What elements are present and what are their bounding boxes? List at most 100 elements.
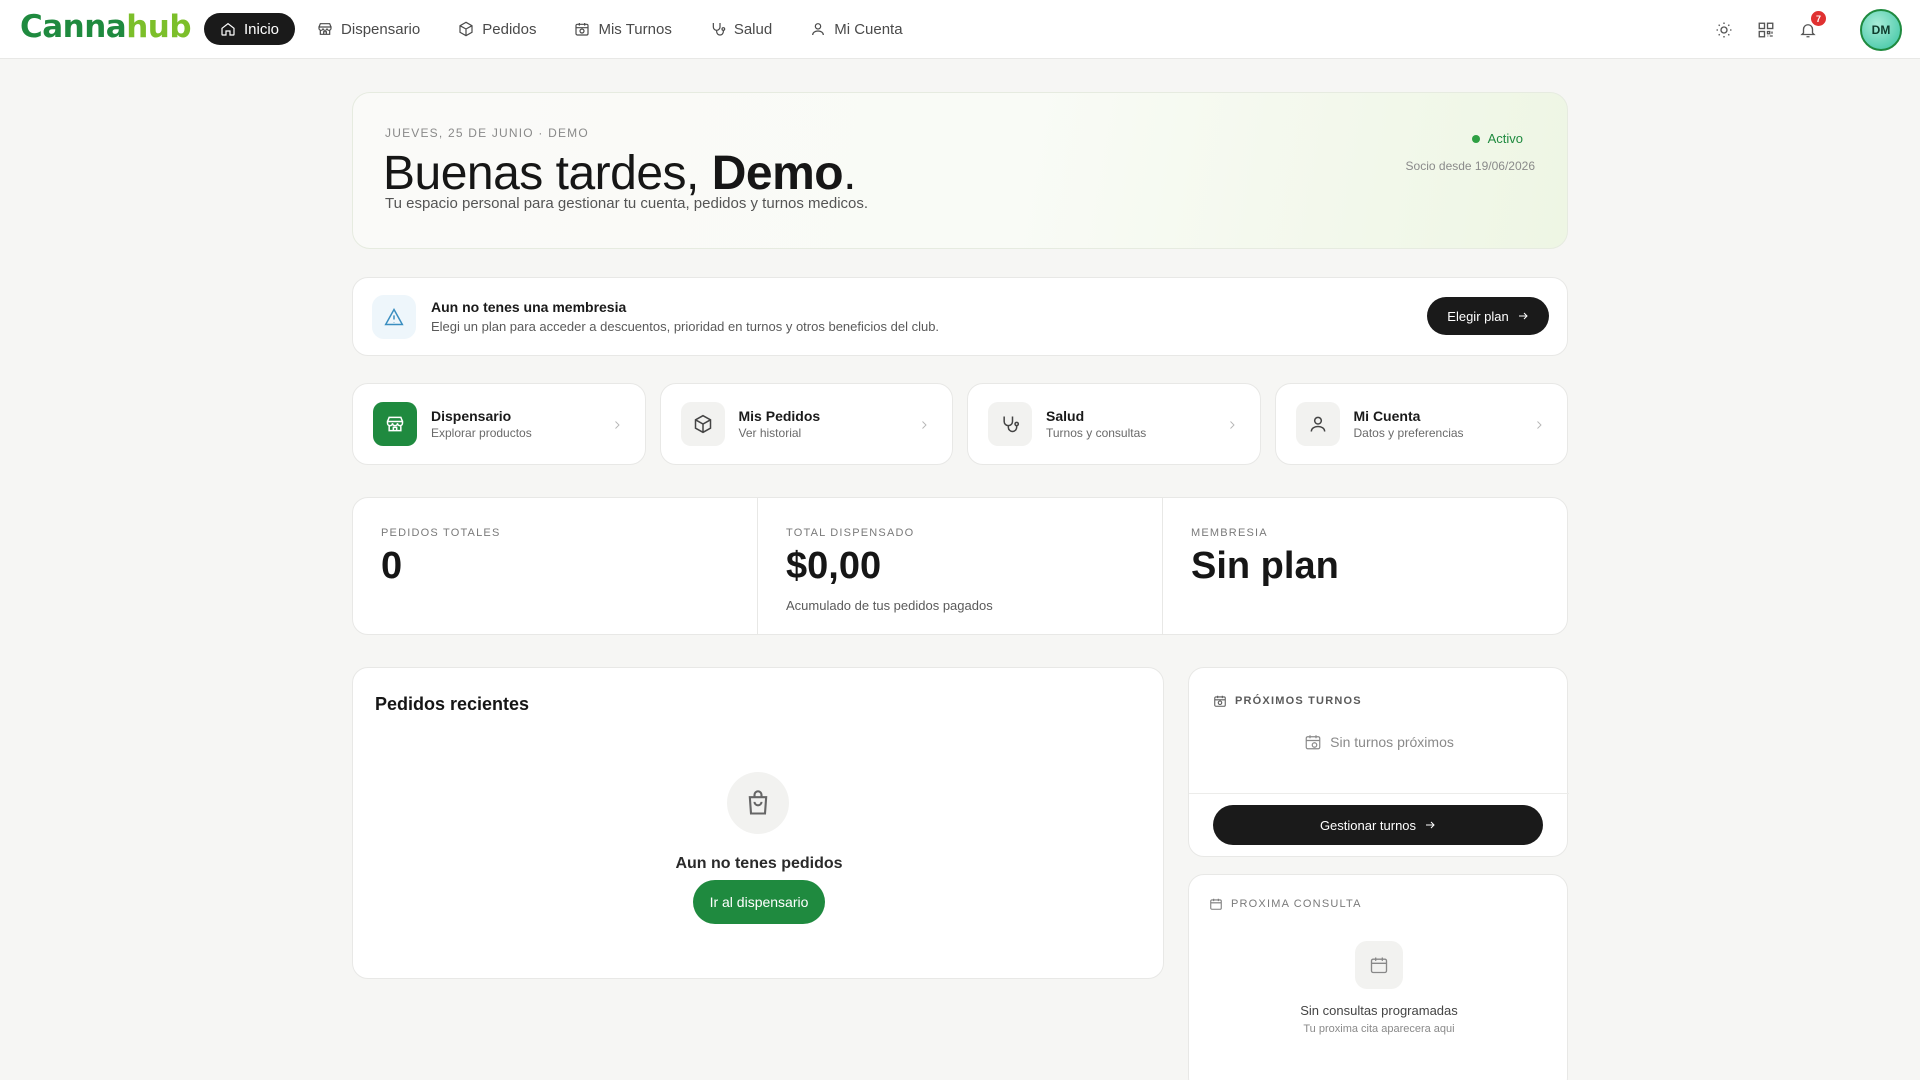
alert-text: Elegi un plan para acceder a descuentos,…: [431, 319, 940, 334]
upcoming-turns-label: PRÓXIMOS TURNOS: [1213, 694, 1362, 708]
package-icon: [680, 402, 725, 446]
arrow-right-icon: [1518, 312, 1528, 320]
user-icon: [1295, 402, 1340, 446]
user-name: Demo: [711, 147, 844, 200]
stethoscope-icon: [712, 23, 726, 36]
stat-label: PEDIDOS TOTALES: [381, 527, 501, 539]
next-consult-label-text: PROXIMA CONSULTA: [1231, 898, 1362, 910]
store-icon: [373, 402, 417, 446]
sun-icon: [1716, 22, 1732, 38]
stat-value: $0,00: [786, 545, 882, 587]
chevron-right-icon: [1226, 418, 1238, 430]
manage-turns-button[interactable]: Gestionar turnos: [1213, 805, 1543, 845]
nav-item-label: Mis Turnos: [598, 20, 672, 38]
quick-link-subtitle: Ver historial: [738, 426, 802, 440]
chevron-right-icon: [918, 418, 930, 430]
qr-code-icon: [1758, 22, 1774, 38]
manage-turns-label: Gestionar turnos: [1319, 817, 1417, 833]
calendar-icon: [1355, 941, 1403, 989]
quick-link-title: Mis Pedidos: [738, 408, 821, 424]
next-consult-label: PROXIMA CONSULTA: [1209, 897, 1362, 911]
top-navbar: Cannahub Inicio Dispensario Pedidos Mis …: [0, 0, 1920, 59]
status-badge: Activo: [1471, 131, 1523, 146]
status-dot-icon: [1471, 134, 1480, 143]
quick-link-subtitle: Turnos y consultas: [1046, 426, 1147, 440]
greeting-punct: .: [843, 147, 856, 200]
divider: [1189, 793, 1569, 794]
upcoming-turns-card: PRÓXIMOS TURNOS Sin turnos próximos Gest…: [1188, 667, 1569, 857]
nav-item-dispensario[interactable]: Dispensario: [301, 13, 436, 45]
quick-link-title: Dispensario: [431, 408, 512, 424]
next-consult-card: PROXIMA CONSULTA Sin consultas programad…: [1188, 874, 1568, 1080]
stat-membership: MEMBRESIA Sin plan: [1163, 498, 1567, 634]
qr-code-button[interactable]: [1754, 18, 1778, 42]
hero-date: JUEVES, 25 DE JUNIO · DEMO: [385, 126, 589, 140]
home-icon: [221, 22, 235, 36]
no-consults-subtitle: Tu proxima cita aparecera aqui: [1303, 1023, 1455, 1035]
quick-link-subtitle: Datos y preferencias: [1353, 426, 1464, 440]
nav-item-label: Dispensario: [341, 20, 421, 38]
recent-orders-title: Pedidos recientes: [375, 694, 530, 714]
calendar-clock-icon: [575, 23, 590, 36]
stat-total-dispensed: TOTAL DISPENSADO $0,00 Acumulado de tus …: [758, 498, 1163, 634]
nav-item-label: Inicio: [244, 20, 280, 38]
status-text: Activo: [1487, 131, 1523, 146]
stat-label: MEMBRESIA: [1191, 527, 1268, 539]
nav-item-label: Salud: [733, 20, 773, 38]
stat-label: TOTAL DISPENSADO: [786, 527, 915, 539]
quick-link-title: Salud: [1046, 408, 1085, 424]
stat-value: Sin plan: [1191, 545, 1339, 587]
quick-link-salud[interactable]: Salud Turnos y consultas: [967, 383, 1261, 465]
stethoscope-icon: [988, 402, 1032, 446]
store-icon: [318, 23, 332, 35]
user-icon: [812, 23, 825, 36]
quick-link-mi-cuenta[interactable]: Mi Cuenta Datos y preferencias: [1274, 383, 1568, 465]
quick-link-dispensario[interactable]: Dispensario Explorar productos: [352, 383, 646, 465]
quick-link-subtitle: Explorar productos: [431, 426, 532, 440]
stat-note: Acumulado de tus pedidos pagados: [786, 598, 993, 613]
chevron-right-icon: [611, 418, 623, 430]
membership-alert: Aun no tenes una membresia Elegi un plan…: [352, 277, 1568, 356]
theme-toggle-button[interactable]: [1712, 18, 1736, 42]
quick-links: Dispensario Explorar productos Mis Pedid…: [352, 383, 1568, 465]
nav-item-salud[interactable]: Salud: [694, 13, 788, 45]
member-since: Socio desde 19/06/2026: [1405, 159, 1535, 173]
welcome-hero: JUEVES, 25 DE JUNIO · DEMO Buenas tardes…: [352, 92, 1568, 249]
nav-item-mi-cuenta[interactable]: Mi Cuenta: [794, 13, 918, 45]
greeting-text: Buenas tardes,: [383, 147, 699, 200]
alert-title: Aun no tenes una membresia: [431, 299, 627, 315]
recent-orders-card: Pedidos recientes Aun no tenes pedidos I…: [352, 667, 1164, 979]
no-turns-text: Sin turnos próximos: [1330, 734, 1454, 750]
nav-actions: 7 DM: [1712, 9, 1902, 51]
cannahub-logo[interactable]: Cannahub: [20, 6, 192, 48]
user-avatar[interactable]: DM: [1860, 9, 1902, 51]
chevron-right-icon: [1533, 418, 1545, 430]
calendar-clock-icon: [1214, 695, 1226, 707]
nav-item-label: Mi Cuenta: [834, 20, 903, 38]
warning-icon: [372, 295, 416, 339]
empty-orders-text: Aun no tenes pedidos: [675, 855, 843, 872]
choose-plan-button[interactable]: Elegir plan: [1427, 297, 1549, 335]
quick-link-mis-pedidos[interactable]: Mis Pedidos Ver historial: [659, 383, 953, 465]
notification-count-badge: 7: [1811, 11, 1826, 26]
notifications-button[interactable]: 7: [1796, 11, 1826, 42]
nav-item-mis-turnos[interactable]: Mis Turnos: [558, 13, 687, 45]
no-consults-title: Sin consultas programadas: [1300, 1003, 1458, 1018]
choose-plan-label: Elegir plan: [1447, 308, 1509, 324]
stat-total-orders: PEDIDOS TOTALES 0: [353, 498, 758, 634]
calendar-icon: [1210, 898, 1222, 910]
upcoming-turns-label-text: PRÓXIMOS TURNOS: [1235, 695, 1362, 707]
nav-item-label: Pedidos: [482, 20, 537, 38]
shopping-bag-icon: [727, 772, 789, 834]
nav-item-inicio[interactable]: Inicio: [204, 13, 296, 45]
stats-panel: PEDIDOS TOTALES 0 TOTAL DISPENSADO $0,00…: [352, 497, 1568, 635]
nav-item-pedidos[interactable]: Pedidos: [442, 13, 552, 45]
go-to-dispensary-button[interactable]: Ir al dispensario: [693, 880, 825, 924]
stat-value: 0: [381, 545, 403, 587]
hero-subtitle: Tu espacio personal para gestionar tu cu…: [385, 195, 869, 212]
no-turns-message: Sin turnos próximos: [1189, 733, 1569, 751]
package-icon: [459, 21, 473, 37]
main-nav: Inicio Dispensario Pedidos Mis Turnos Sa…: [204, 13, 919, 45]
arrow-right-icon: [1426, 821, 1435, 829]
quick-link-title: Mi Cuenta: [1353, 408, 1421, 424]
